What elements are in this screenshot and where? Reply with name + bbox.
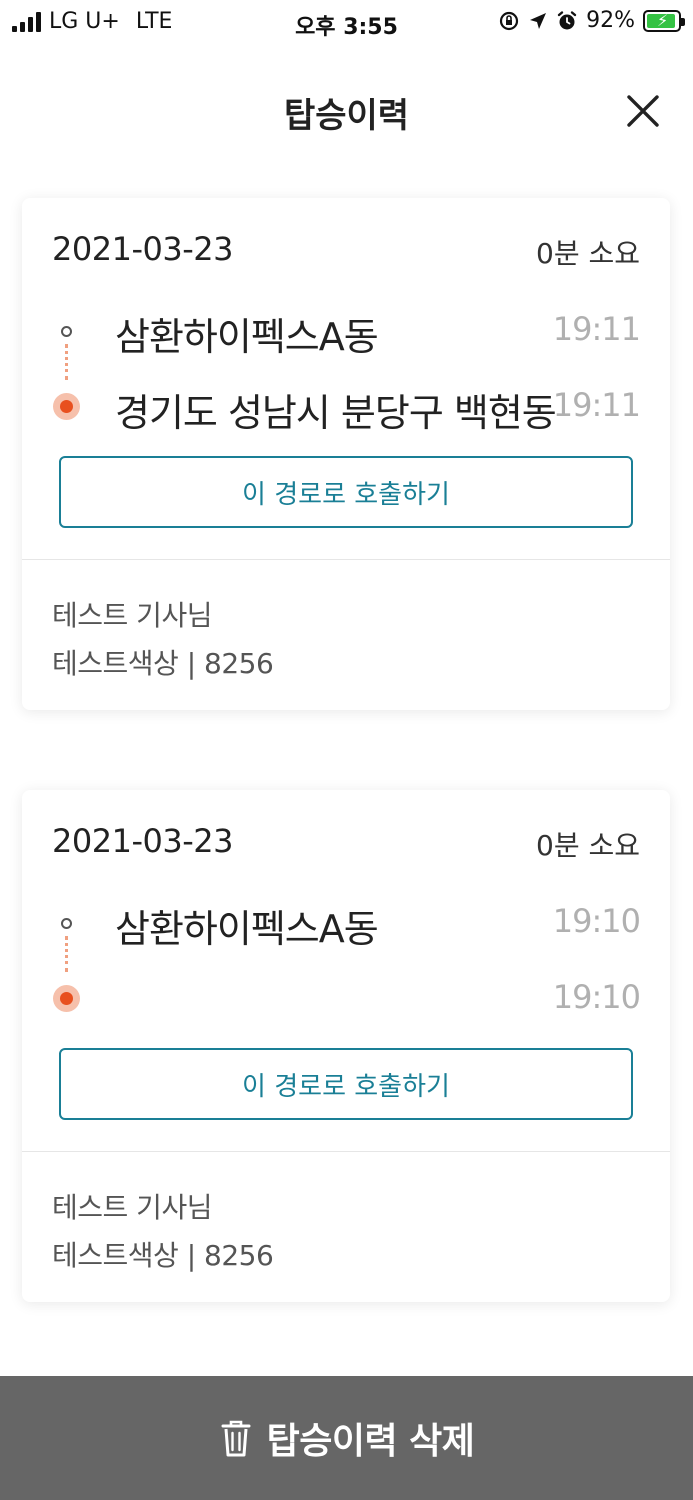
destination-marker-icon: [53, 393, 80, 420]
trip-card: 2021-03-23 0분 소요 삼환하이펙스A동 19:11 경기도 성남시 …: [22, 198, 670, 710]
page-title: 탑승이력: [283, 96, 410, 136]
delete-history-button[interactable]: 탑승이력 삭제: [0, 1376, 693, 1500]
trip-duration: 0분 소요: [536, 237, 640, 270]
origin-time: 19:10: [552, 902, 641, 940]
call-this-route-button[interactable]: 이 경로로 호출하기: [59, 456, 633, 528]
origin-marker-icon: [61, 918, 72, 929]
origin-row: 삼환하이펙스A동 19:10: [22, 898, 670, 951]
trip-route-section: 2021-03-23 0분 소요 삼환하이펙스A동 19:10 19:10 이 …: [22, 790, 670, 1152]
car-info: 테스트색상 | 8256: [52, 1239, 274, 1272]
alarm-icon: [557, 10, 577, 29]
header: 탑승이력: [0, 70, 693, 150]
destination-marker-icon: [53, 985, 80, 1012]
trip-date: 2021-03-23: [52, 230, 233, 268]
destination-row: 경기도 성남시 분당구 백현동 19:11: [22, 382, 670, 435]
driver-name: 테스트 기사님: [52, 599, 212, 632]
origin-name: 삼환하이펙스A동: [115, 907, 379, 951]
close-button[interactable]: [620, 88, 666, 134]
battery-percent: 92%: [586, 8, 635, 33]
trip-card: 2021-03-23 0분 소요 삼환하이펙스A동 19:10 19:10 이 …: [22, 790, 670, 1302]
close-icon: [627, 95, 659, 127]
destination-row: 19:10: [22, 974, 670, 1024]
destination-time: 19:10: [552, 978, 641, 1016]
battery-icon: ⚡: [643, 9, 685, 32]
trip-date: 2021-03-23: [52, 822, 233, 860]
origin-time: 19:11: [552, 310, 641, 348]
destination-name: 경기도 성남시 분당구 백현동: [115, 391, 557, 435]
status-right: 92% ⚡: [498, 8, 685, 33]
route-dotted-line: [65, 344, 68, 380]
call-this-route-button[interactable]: 이 경로로 호출하기: [59, 1048, 633, 1120]
trash-icon: [221, 1420, 251, 1457]
trip-history-screen: LG U+ LTE 오후 3:55 92% ⚡ 탑승이력 2021-03-23 …: [0, 0, 693, 1500]
car-info: 테스트색상 | 8256: [52, 647, 274, 680]
location-arrow-icon: [530, 12, 547, 29]
orientation-lock-icon: [499, 11, 519, 30]
route-dotted-line: [65, 936, 68, 972]
origin-name: 삼환하이펙스A동: [115, 315, 379, 359]
origin-row: 삼환하이펙스A동 19:11: [22, 306, 670, 359]
driver-name: 테스트 기사님: [52, 1191, 212, 1224]
status-bar: LG U+ LTE 오후 3:55 92% ⚡: [0, 0, 693, 48]
trip-route-section: 2021-03-23 0분 소요 삼환하이펙스A동 19:11 경기도 성남시 …: [22, 198, 670, 560]
trip-duration: 0분 소요: [536, 829, 640, 862]
destination-time: 19:11: [552, 386, 641, 424]
delete-history-label: 탑승이력 삭제: [266, 1421, 475, 1462]
origin-marker-icon: [61, 326, 72, 337]
